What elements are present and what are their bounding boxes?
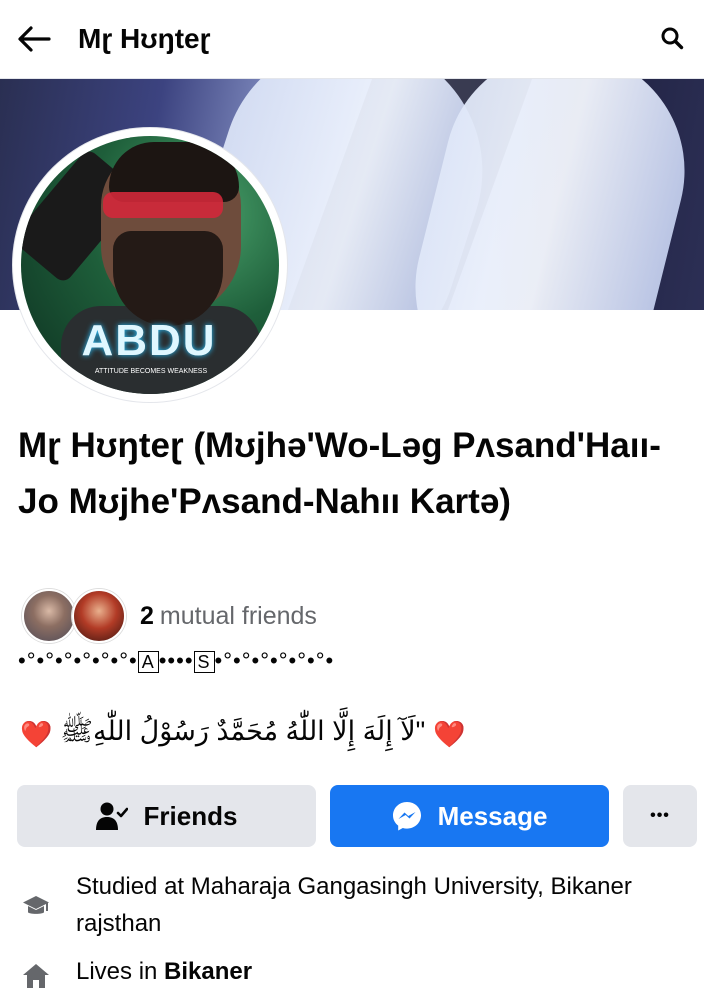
profile-picture-frame: ABDU ATTITUDE BECOMES WEAKNESS	[13, 128, 287, 402]
avatar-logo-text: ABDU	[81, 316, 217, 365]
profile-picture[interactable]: ABDU ATTITUDE BECOMES WEAKNESS	[21, 136, 279, 394]
page-title: Mɽ Hʊŋteɽ	[78, 23, 211, 54]
search-icon	[661, 27, 684, 50]
avatar-logo-subtext: ATTITUDE BECOMES WEAKNESS	[94, 368, 208, 375]
more-dots-icon: •••	[650, 807, 670, 824]
back-button[interactable]	[14, 22, 54, 56]
location-text: Lives in Bikaner	[76, 958, 253, 985]
messenger-icon	[392, 801, 422, 831]
profile-name: Mɽ Hʊŋteɽ (Mʊjhə'Wo-Ləg Pʌsand'Haıı-Jo M…	[18, 426, 661, 521]
friend-check-icon	[95, 801, 128, 831]
arrow-left-icon	[18, 26, 51, 52]
home-icon	[20, 959, 52, 991]
bio-text: "لَآ إِلَهَ إِلَّا اللّٰهُ مُحَمَّدٌ رَس…	[60, 716, 426, 746]
location-city-link[interactable]: Bikaner	[164, 958, 252, 985]
education-text: Studied at Maharaja Gangasingh Universit…	[76, 873, 632, 937]
mutual-friend-avatar[interactable]	[72, 589, 126, 643]
top-bar: Mɽ Hʊŋteɽ	[0, 0, 704, 79]
heart-icon: ❤️	[20, 718, 53, 749]
friends-button[interactable]: Friends	[17, 785, 316, 847]
graduation-cap-icon	[20, 890, 52, 922]
more-options-button[interactable]: •••	[623, 785, 697, 847]
message-button-label: Message	[437, 800, 548, 831]
mutual-friend-avatar[interactable]	[22, 589, 76, 643]
mutual-friends-label[interactable]: 2 mutual friends	[140, 602, 317, 631]
friends-button-label: Friends	[143, 800, 238, 831]
profile-bio: ❤️ "لَآ إِلَهَ إِلَّا اللّٰهُ مُحَمَّدٌ …	[20, 712, 660, 756]
mutual-friends[interactable]: 2 mutual friends	[22, 588, 317, 644]
message-button[interactable]: Message	[330, 785, 609, 847]
heart-icon: ❤️	[433, 718, 466, 749]
search-button[interactable]	[654, 20, 690, 56]
mutual-friends-count: 2	[140, 601, 154, 630]
bio-decoration: •°•°•°•°•°•°• A •••• S •°•°•°•°•°•°•	[18, 648, 335, 673]
